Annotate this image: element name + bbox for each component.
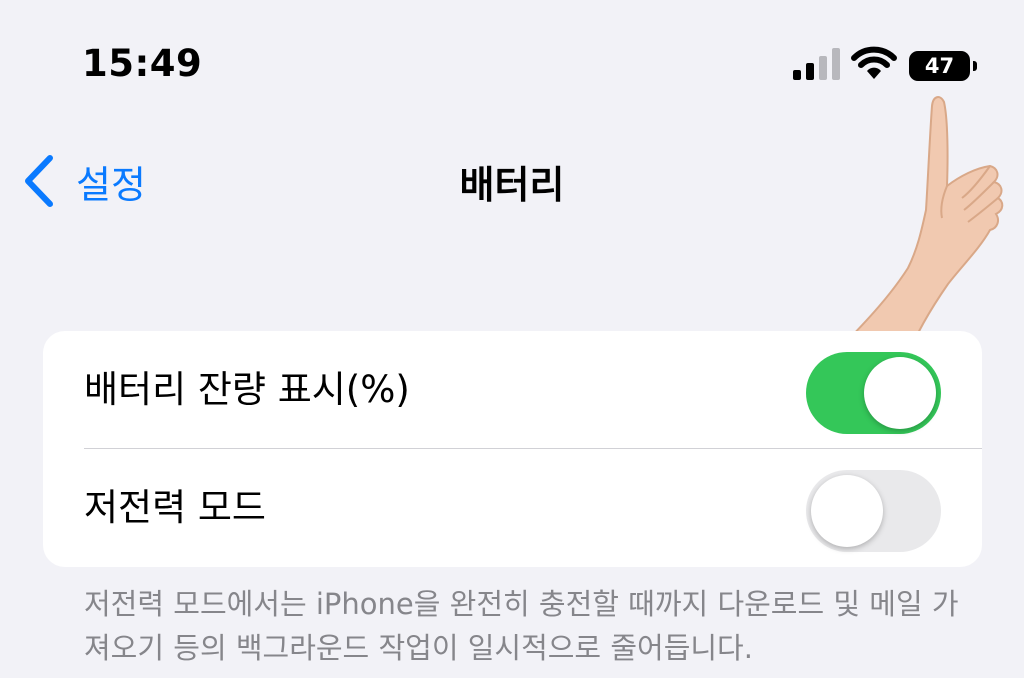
battery-cap <box>973 61 977 71</box>
low-power-mode-description: 저전력 모드에서는 iPhone을 완전히 충전할 때까지 다운로드 및 메일 … <box>84 587 959 665</box>
battery-percentage-row: 배터리 잔량 표시(%) <box>43 331 982 449</box>
battery-settings-group: 배터리 잔량 표시(%) 저전력 모드 <box>43 331 982 567</box>
wifi-icon <box>851 46 897 79</box>
battery-percentage-label: 배터리 잔량 표시(%) <box>84 368 410 411</box>
pointing-hand-icon <box>837 96 1004 356</box>
low-power-mode-label: 저전력 모드 <box>84 486 266 529</box>
battery-percentage-toggle[interactable] <box>806 352 941 434</box>
battery-icon: 47 <box>909 51 979 81</box>
toggle-knob <box>811 475 883 547</box>
battery-level: 47 <box>909 51 970 81</box>
cellular-signal-icon <box>793 48 840 80</box>
low-power-mode-toggle[interactable] <box>806 470 941 552</box>
page-title: 배터리 <box>459 163 565 207</box>
status-time: 15:49 <box>82 42 203 85</box>
low-power-mode-row: 저전력 모드 <box>43 449 982 567</box>
toggle-knob <box>864 357 936 429</box>
